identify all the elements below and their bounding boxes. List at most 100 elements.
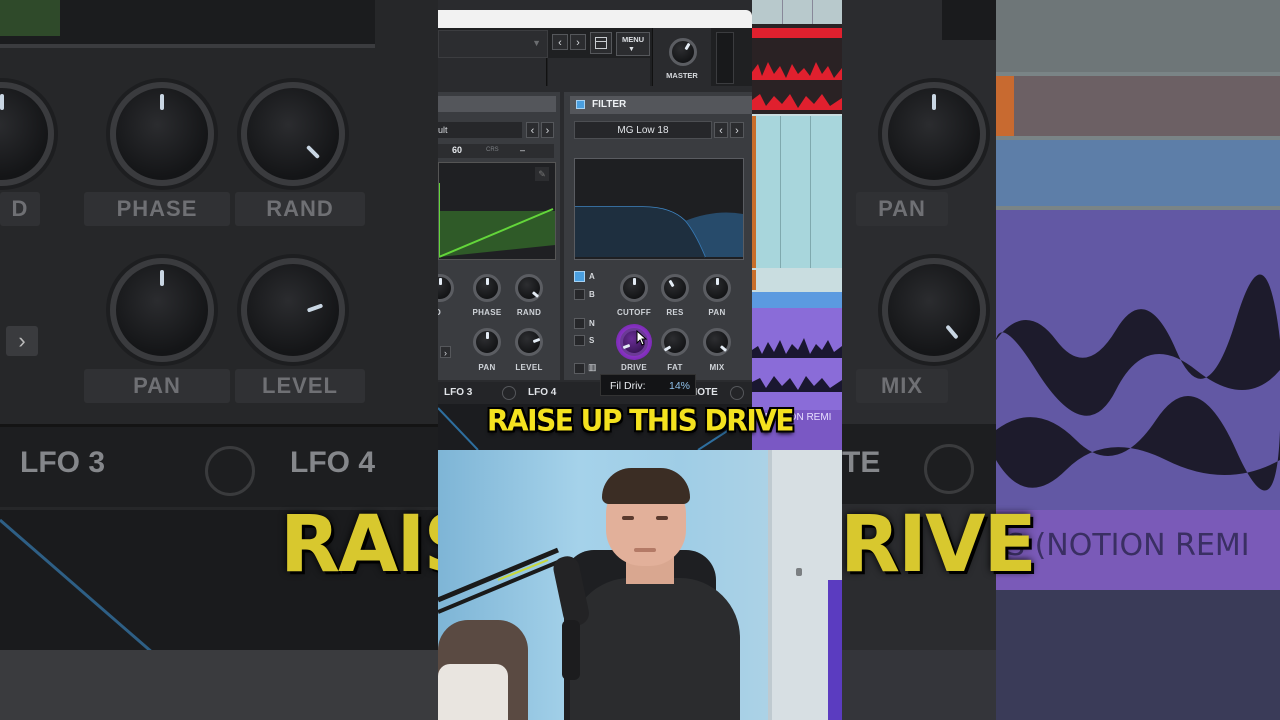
serum-topbar: ▼ ‹ › MENU ▼ MASTER bbox=[438, 28, 752, 86]
osc-label-d: D bbox=[438, 308, 460, 317]
route-a-label: A bbox=[589, 272, 595, 281]
osc-prev-button[interactable]: ‹ bbox=[526, 122, 539, 138]
res-label: RES bbox=[666, 308, 684, 317]
menu-label: MENU bbox=[621, 35, 645, 44]
keytrack-toggle[interactable] bbox=[574, 363, 585, 374]
master-section: MASTER bbox=[652, 28, 711, 86]
route-s-label: S bbox=[589, 336, 595, 345]
bg-knob-phase bbox=[110, 82, 214, 186]
filter-pan-knob[interactable] bbox=[703, 274, 731, 302]
filter-panel: FILTER MG Low 18 ‹ › A B N S ▥ CUTOFF RE… bbox=[564, 92, 752, 380]
bg-label-pan-r: PAN bbox=[856, 192, 948, 226]
prev-preset-button[interactable]: ‹ bbox=[552, 34, 568, 50]
topbar-cell-left bbox=[438, 58, 547, 86]
fat-label: FAT bbox=[667, 363, 683, 372]
osc-expand-button[interactable]: › bbox=[440, 346, 451, 358]
osc-fine-value[interactable]: – bbox=[520, 145, 525, 155]
bg-knob-pan bbox=[110, 258, 214, 362]
res-knob[interactable] bbox=[661, 274, 689, 302]
topbar-cell-mid bbox=[548, 58, 650, 86]
daw-red-clip[interactable] bbox=[752, 24, 842, 114]
tab-lfo3[interactable]: LFO 3 bbox=[444, 387, 472, 398]
bg-label-mix-r: MIX bbox=[856, 369, 948, 403]
bg-caption-left: RAIS bbox=[280, 500, 438, 590]
osc-header bbox=[438, 96, 556, 112]
filter-next-button[interactable]: › bbox=[730, 122, 744, 138]
cutoff-label: CUTOFF bbox=[616, 308, 652, 317]
dropdown-arrow-icon: ▼ bbox=[532, 38, 541, 48]
filter-header: FILTER bbox=[570, 96, 752, 114]
filter-title: FILTER bbox=[592, 99, 627, 110]
filter-mix-label: MIX bbox=[709, 363, 725, 372]
bg-knob-rand bbox=[241, 82, 345, 186]
level-knob[interactable] bbox=[515, 328, 543, 356]
rand-label: RAND bbox=[516, 308, 542, 317]
menu-arrow-icon: ▼ bbox=[628, 46, 635, 53]
phase-knob[interactable] bbox=[473, 274, 501, 302]
daw-teal-clip[interactable] bbox=[752, 116, 842, 268]
tooltip-label: Fil Driv: bbox=[610, 380, 646, 392]
osc-next-button[interactable]: › bbox=[541, 122, 554, 138]
bg-knob-pan-r bbox=[882, 82, 986, 186]
bg-label-rand: RAND bbox=[235, 192, 365, 226]
lfo3-ring-icon bbox=[502, 386, 516, 400]
osc-knob-d[interactable] bbox=[438, 274, 454, 302]
osc-preset-name[interactable]: ult bbox=[438, 122, 522, 138]
filter-mix-knob[interactable] bbox=[703, 328, 731, 356]
rand-knob[interactable] bbox=[515, 274, 543, 302]
bg-green-strip bbox=[0, 0, 60, 36]
level-label: LEVEL bbox=[515, 363, 543, 372]
next-preset-button[interactable]: › bbox=[570, 34, 586, 50]
daw-ruler bbox=[752, 0, 842, 24]
bg-right-top bbox=[942, 0, 996, 40]
webcam-feed bbox=[438, 450, 842, 720]
bg-daw-track-text: S (NOTION REMI bbox=[1006, 528, 1250, 563]
preset-library-icon[interactable] bbox=[590, 32, 612, 54]
filter-enable-toggle[interactable] bbox=[576, 100, 585, 109]
master-volume-knob[interactable] bbox=[669, 38, 697, 66]
master-label: MASTER bbox=[666, 71, 698, 80]
osc-semi-value[interactable]: 60 bbox=[452, 145, 462, 155]
filter-response-display[interactable] bbox=[574, 158, 744, 260]
daw-purple-clip[interactable] bbox=[752, 292, 842, 410]
pan-knob-osc[interactable] bbox=[473, 328, 501, 356]
osc-crs-label: CRS bbox=[486, 147, 499, 153]
osc-panel: ult ‹ › 60 CRS – ✎ D PHASE RAND bbox=[438, 92, 560, 380]
route-b-toggle[interactable] bbox=[574, 289, 585, 300]
bg-label-phase: PHASE bbox=[84, 192, 230, 226]
bg-bottom-band bbox=[0, 650, 438, 720]
note-ring-icon bbox=[730, 386, 744, 400]
video-caption: RAISE UP THIS DRIVE bbox=[486, 403, 795, 438]
bg-ring-icon bbox=[205, 446, 255, 496]
bg-caption-right: RIVE bbox=[842, 500, 1037, 590]
filter-pan-label: PAN bbox=[708, 308, 726, 317]
route-n-toggle[interactable] bbox=[574, 318, 585, 329]
osc-wavetable-display[interactable]: ✎ bbox=[438, 162, 556, 260]
cutoff-knob[interactable] bbox=[620, 274, 648, 302]
bg-tab-lfo4: LFO 4 bbox=[290, 446, 376, 479]
mod-tab-bar: LFO 3 LFO 4 VELO NOTE bbox=[438, 382, 752, 404]
filter-prev-button[interactable]: ‹ bbox=[714, 122, 728, 138]
mouse-cursor-icon bbox=[636, 330, 648, 346]
daw-arrangement: S (NOTION REMI bbox=[752, 0, 842, 450]
osc-param-row: 60 CRS – bbox=[438, 144, 554, 158]
bg-knob-level bbox=[241, 258, 345, 362]
menu-button[interactable]: MENU ▼ bbox=[616, 32, 650, 56]
route-s-toggle[interactable] bbox=[574, 335, 585, 346]
background-left: D PHASE RAND › PAN LEVEL LFO 3 LFO 4 RAI… bbox=[0, 0, 438, 720]
bg-knob bbox=[0, 82, 54, 186]
center-frame: ▼ ‹ › MENU ▼ MASTER ult ‹ › 60 CRS – ✎ P… bbox=[438, 0, 842, 720]
route-a-toggle[interactable] bbox=[574, 271, 585, 282]
bg-tab-note: TE bbox=[842, 446, 881, 479]
route-n-label: N bbox=[589, 319, 595, 328]
bg-chevron-right-icon: › bbox=[6, 326, 38, 356]
edit-pencil-icon[interactable]: ✎ bbox=[535, 167, 549, 181]
tab-lfo4[interactable]: LFO 4 bbox=[528, 387, 556, 398]
tooltip-value: 14% bbox=[669, 380, 691, 392]
preset-browser-field[interactable]: ▼ bbox=[438, 30, 548, 58]
filter-type-selector[interactable]: MG Low 18 bbox=[574, 121, 712, 139]
bg-label-level: LEVEL bbox=[235, 369, 365, 403]
osc-pan-label: PAN bbox=[478, 363, 496, 372]
fat-knob[interactable] bbox=[661, 328, 689, 356]
route-b-label: B bbox=[589, 290, 595, 299]
